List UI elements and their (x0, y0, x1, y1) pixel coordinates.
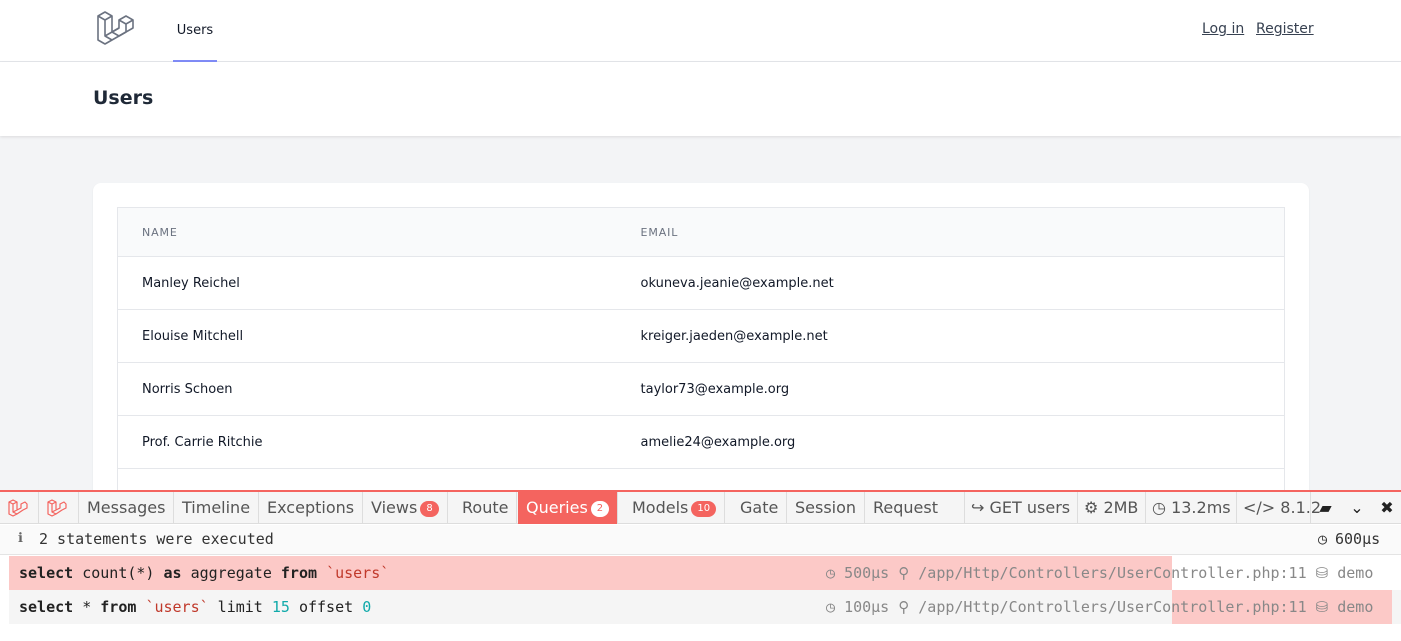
queries-count-badge: 2 (590, 500, 610, 517)
query-meta: ◷ 100μs ⚲ /app/Http/Controllers/UserCont… (826, 598, 1374, 616)
close-icon[interactable]: ✖ (1372, 492, 1401, 524)
chevron-down-icon[interactable]: ⌄ (1342, 492, 1372, 524)
tab-label: Views (371, 498, 418, 517)
query-row[interactable]: select * from `users` limit 15 offset 0 … (9, 590, 1401, 624)
laravel-logo-icon[interactable] (47, 499, 67, 517)
statements-summary: 2 statements were executed (39, 530, 274, 548)
tab-label: Exceptions (267, 498, 355, 517)
total-time: 600μs (1335, 530, 1381, 548)
user-name: Manley Reichel (117, 256, 617, 310)
query-row[interactable]: select count(*) as aggregate from `users… (9, 556, 1401, 590)
tab-label: Request (873, 498, 938, 517)
tab-label: Models (632, 498, 689, 517)
query-source: /app/Http/Controllers/UserController.php… (918, 564, 1307, 582)
divider (38, 492, 39, 524)
tab-label: Gate (740, 498, 779, 517)
request-method-route: GET users (989, 498, 1071, 517)
tab-request[interactable]: Request (865, 492, 946, 524)
tab-queries[interactable]: Queries 2 (518, 492, 619, 524)
share-icon: ↪ (971, 498, 985, 517)
user-email: kreiger.jaeden@example.net (616, 309, 1285, 363)
table-row: Elouise Mitchell kreiger.jaeden@example.… (117, 309, 1285, 363)
tab-route[interactable]: Route (454, 492, 518, 524)
column-header-name: NAME (117, 207, 617, 257)
models-count-badge: 10 (691, 500, 717, 517)
table-row: Manley Reichel okuneva.jeanie@example.ne… (117, 256, 1285, 310)
tab-label: Queries (526, 498, 588, 517)
tab-label: Session (795, 498, 857, 517)
laravel-logo-icon[interactable] (8, 499, 28, 517)
table-row: Norris Schoen taylor73@example.org (117, 362, 1285, 416)
debugbar-tabs: Messages Timeline Exceptions Views 8 Rout… (0, 492, 1401, 524)
tab-label: Timeline (182, 498, 251, 517)
time-status: ◷ 13.2ms (1145, 492, 1237, 524)
clock-icon: ◷ (1318, 530, 1328, 548)
query-sql: select * from `users` limit 15 offset 0 (19, 598, 372, 616)
debugbar: Messages Timeline Exceptions Views 8 Rout… (0, 490, 1401, 641)
query-meta: ◷ 500μs ⚲ /app/Http/Controllers/UserCont… (826, 564, 1374, 582)
user-email: amelie24@example.org (616, 415, 1285, 469)
tab-timeline[interactable]: Timeline (174, 492, 260, 524)
clock-icon: ◷ (1152, 498, 1166, 517)
request-status: ↪ GET users (964, 492, 1076, 524)
tab-label: Messages (87, 498, 166, 517)
query-source: /app/Http/Controllers/UserController.php… (918, 598, 1307, 616)
query-sql: select count(*) as aggregate from `users… (19, 564, 390, 582)
tab-session[interactable]: Session (787, 492, 866, 524)
cogs-icon: ⚙ (1084, 498, 1099, 517)
nav-link-users[interactable]: Users (173, 0, 217, 62)
page-title: Users (93, 87, 154, 109)
top-navigation: Users Log in Register (0, 0, 1401, 62)
folder-open-icon[interactable]: ▰ (1310, 492, 1340, 524)
user-name: Elouise Mitchell (117, 309, 617, 363)
time-value: 13.2ms (1171, 498, 1231, 517)
tab-label: Route (462, 498, 509, 517)
tab-models[interactable]: Models 10 (624, 492, 726, 524)
user-name: Norris Schoen (117, 362, 617, 416)
login-link[interactable]: Log in (1202, 21, 1244, 37)
tab-views[interactable]: Views 8 (363, 492, 448, 524)
table-header-row: NAME EMAIL (117, 207, 1285, 257)
query-connection: demo (1337, 598, 1374, 616)
queries-summary: ℹ 2 statements were executed ◷ 600μs (0, 525, 1401, 555)
query-duration: 500μs (844, 564, 890, 582)
tab-exceptions[interactable]: Exceptions (259, 492, 364, 524)
register-link[interactable]: Register (1256, 21, 1314, 37)
views-count-badge: 8 (420, 500, 439, 517)
users-table: NAME EMAIL Manley Reichel okuneva.jeanie… (117, 207, 1285, 522)
query-duration: 100μs (844, 598, 890, 616)
user-name: Prof. Carrie Ritchie (117, 415, 617, 469)
query-connection: demo (1337, 564, 1374, 582)
user-email: okuneva.jeanie@example.net (616, 256, 1285, 310)
info-icon: ℹ (18, 531, 23, 546)
user-email: taylor73@example.org (616, 362, 1285, 416)
code-icon: </> (1243, 498, 1276, 517)
page-header: Users (0, 62, 1401, 136)
memory-value: 2MB (1103, 498, 1139, 517)
table-row: Prof. Carrie Ritchie amelie24@example.or… (117, 415, 1285, 469)
tab-messages[interactable]: Messages (78, 492, 175, 524)
memory-status: ⚙ 2MB (1077, 492, 1144, 524)
laravel-logo-icon[interactable] (96, 11, 134, 47)
tab-gate[interactable]: Gate (732, 492, 788, 524)
column-header-email: EMAIL (616, 207, 1285, 257)
